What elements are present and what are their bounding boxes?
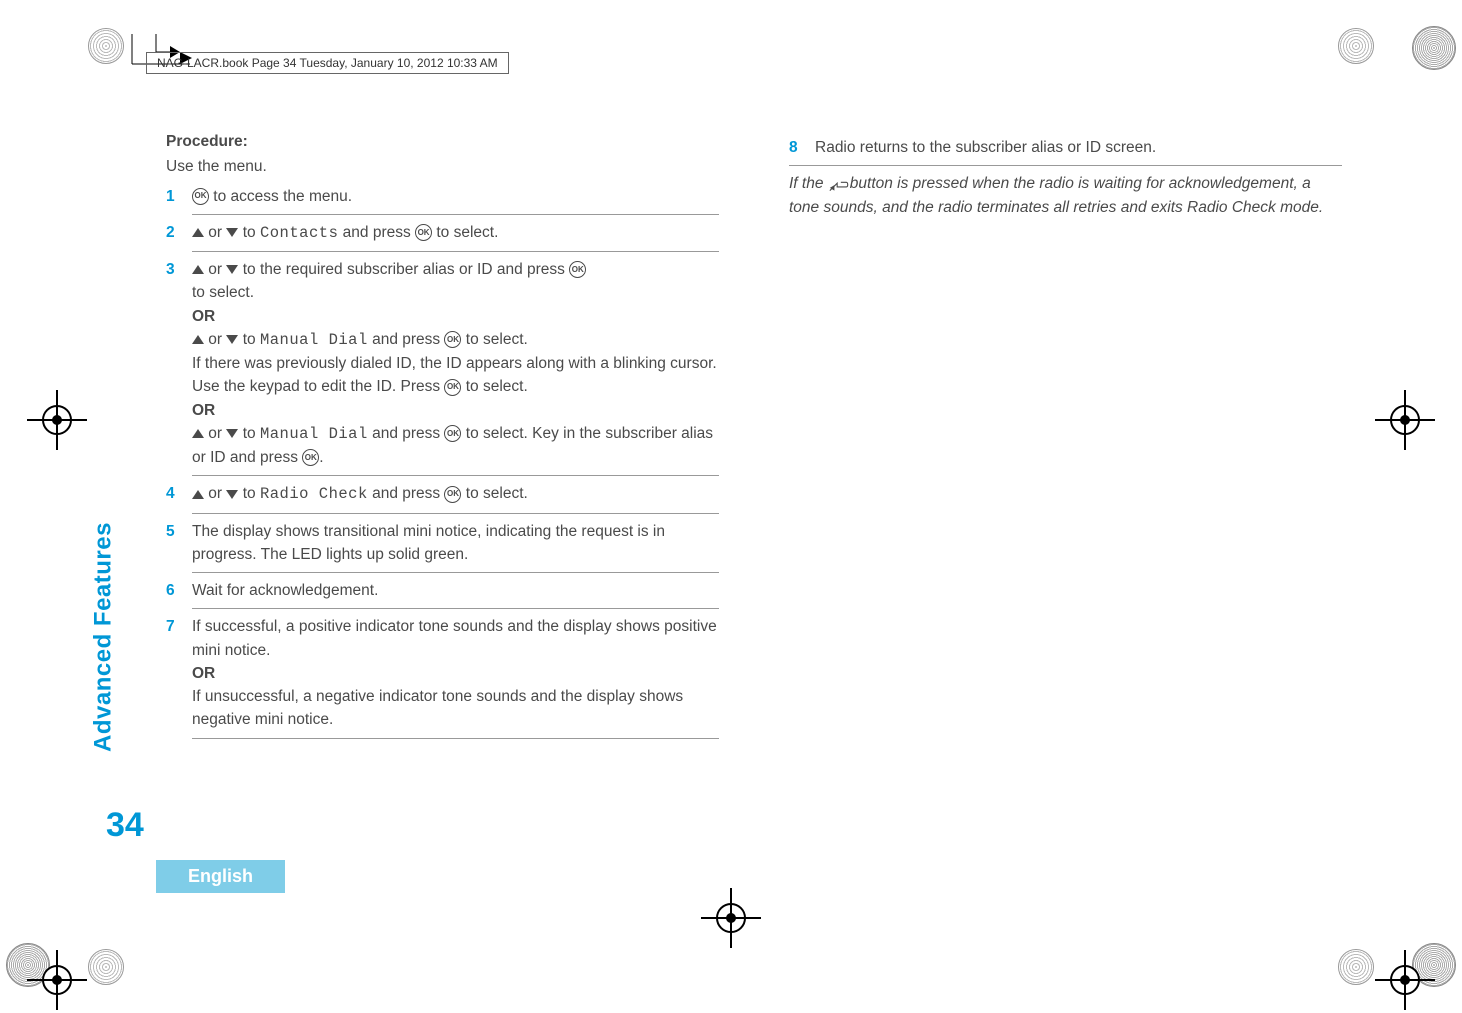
- step-text: If the: [789, 175, 828, 192]
- ok-button-icon: OK: [444, 379, 461, 396]
- step-8: 8 Radio returns to the subscriber alias …: [789, 136, 1342, 159]
- step-text: If unsuccessful, a negative indicator to…: [192, 685, 719, 732]
- up-arrow-icon: [192, 490, 204, 499]
- step-text: to: [238, 331, 260, 348]
- up-arrow-icon: [192, 429, 204, 438]
- step-separator: [192, 608, 719, 609]
- step-text: and press: [338, 224, 415, 241]
- step-separator: [192, 475, 719, 476]
- step-text: to select.: [461, 485, 527, 502]
- step-text: to select.: [192, 281, 719, 304]
- ok-button-icon: OK: [444, 331, 461, 348]
- menu-radio-check: Radio Check: [260, 485, 368, 503]
- step-separator: [789, 165, 1342, 166]
- print-rosette: [88, 949, 124, 985]
- or-label: OR: [192, 305, 719, 328]
- print-rosette: [88, 28, 124, 64]
- down-arrow-icon: [226, 228, 238, 237]
- step-5: 5 The display shows transitional mini no…: [166, 520, 719, 567]
- step-3: 3 or to the required subscriber alias or…: [166, 258, 719, 469]
- step-7: 7 If successful, a positive indicator to…: [166, 615, 719, 731]
- menu-manual-dial: Manual Dial: [260, 425, 368, 443]
- registration-mark: [1390, 965, 1420, 995]
- registration-mark: [42, 405, 72, 435]
- step-text: to: [238, 425, 260, 442]
- down-arrow-icon: [226, 335, 238, 344]
- step-number: 5: [166, 520, 192, 567]
- print-rosette: [1338, 28, 1374, 64]
- step-number: 7: [166, 615, 192, 731]
- section-title: Advanced Features: [89, 522, 117, 752]
- step-number: 1: [166, 185, 192, 208]
- step-text: and press: [368, 425, 445, 442]
- step-number: 2: [166, 221, 192, 245]
- menu-contacts: Contacts: [260, 224, 338, 242]
- step-text: or: [204, 331, 226, 348]
- step-separator: [192, 738, 719, 739]
- step-number: 6: [166, 579, 192, 602]
- step-1: 1 OK to access the menu.: [166, 185, 719, 208]
- step-number: 4: [166, 482, 192, 506]
- registration-mark: [716, 903, 746, 933]
- ok-button-icon: OK: [415, 224, 432, 241]
- ok-button-icon: OK: [192, 188, 209, 205]
- registration-mark: [1390, 405, 1420, 435]
- up-arrow-icon: [192, 228, 204, 237]
- step-text: or: [204, 485, 226, 502]
- footnote: If the button is pressed when the radio …: [789, 172, 1342, 219]
- or-label: OR: [192, 662, 719, 685]
- step-text: to the required subscriber alias or ID a…: [238, 261, 569, 278]
- step-text: to: [238, 224, 260, 241]
- step-separator: [192, 214, 719, 215]
- step-text: or: [204, 261, 226, 278]
- step-text: and press: [368, 485, 445, 502]
- step-separator: [192, 572, 719, 573]
- left-column: Procedure: Use the menu. 1 OK to access …: [166, 130, 719, 739]
- step-text: The display shows transitional mini noti…: [192, 520, 719, 567]
- menu-manual-dial: Manual Dial: [260, 331, 368, 349]
- step-text: Radio returns to the subscriber alias or…: [815, 136, 1342, 159]
- step-text: and press: [368, 331, 445, 348]
- down-arrow-icon: [226, 490, 238, 499]
- registration-mark: [42, 965, 72, 995]
- step-number: 8: [789, 136, 815, 159]
- print-rosette: [1338, 949, 1374, 985]
- section-tab: Advanced Features: [108, 420, 154, 853]
- step-text: to select.: [461, 331, 527, 348]
- step-text: Wait for acknowledgement.: [192, 579, 719, 602]
- step-text: to: [238, 485, 260, 502]
- step-6: 6 Wait for acknowledgement.: [166, 579, 719, 602]
- right-column: 8 Radio returns to the subscriber alias …: [789, 130, 1342, 739]
- procedure-heading: Procedure:: [166, 130, 719, 153]
- ok-button-icon: OK: [444, 486, 461, 503]
- step-text: to select.: [461, 378, 527, 395]
- down-arrow-icon: [226, 265, 238, 274]
- step-4: 4 or to Radio Check and press OK to sele…: [166, 482, 719, 506]
- step-text: to select.: [432, 224, 498, 241]
- step-text: or: [204, 224, 226, 241]
- step-text: to access the menu.: [209, 188, 352, 205]
- or-label: OR: [192, 399, 719, 422]
- language-tab: English: [156, 860, 285, 893]
- step-text: .: [319, 449, 323, 466]
- page-number: 34: [106, 806, 144, 845]
- step-2: 2 or to Contacts and press OK to select.: [166, 221, 719, 245]
- procedure-intro: Use the menu.: [166, 155, 719, 178]
- ok-button-icon: OK: [569, 261, 586, 278]
- step-text: or: [204, 425, 226, 442]
- up-arrow-icon: [192, 335, 204, 344]
- ok-button-icon: OK: [444, 425, 461, 442]
- step-separator: [192, 251, 719, 252]
- up-arrow-icon: [192, 265, 204, 274]
- header-stamp: NAG-LACR.book Page 34 Tuesday, January 1…: [146, 52, 509, 74]
- step-text: button is pressed when the radio is wait…: [789, 175, 1323, 215]
- back-button-icon: [828, 177, 850, 191]
- step-text: If successful, a positive indicator tone…: [192, 615, 719, 662]
- down-arrow-icon: [226, 429, 238, 438]
- step-number: 3: [166, 258, 192, 469]
- print-rosette: [1412, 26, 1456, 70]
- ok-button-icon: OK: [302, 449, 319, 466]
- step-separator: [192, 513, 719, 514]
